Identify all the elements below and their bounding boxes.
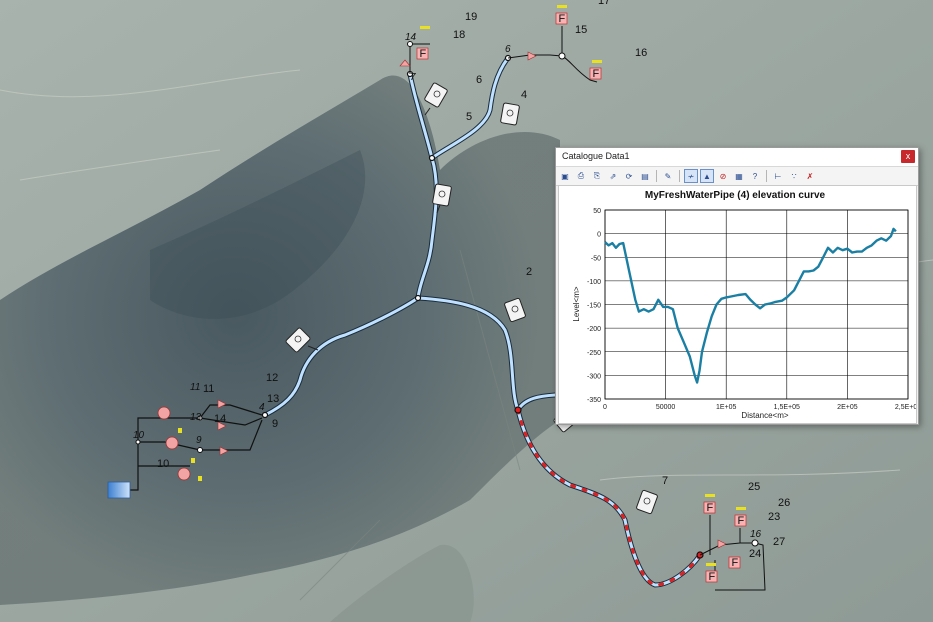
pump-icon bbox=[157, 406, 171, 420]
chart-title: MyFreshWaterPipe (4) elevation curve bbox=[645, 190, 826, 201]
x-tick-label: 2E+05 bbox=[837, 404, 858, 411]
svg-text:14: 14 bbox=[405, 32, 417, 43]
x-tick-label: 1E+05 bbox=[716, 404, 737, 411]
pump-icon bbox=[165, 436, 179, 450]
svg-text:16: 16 bbox=[750, 529, 762, 540]
water-source bbox=[107, 481, 131, 499]
y-tick-label: 50 bbox=[593, 208, 601, 215]
save-icon[interactable]: ▣ bbox=[558, 169, 572, 183]
svg-text:13: 13 bbox=[190, 412, 202, 423]
y-tick-label: -350 bbox=[587, 397, 601, 404]
elevation-chart-svg: MyFreshWaterPipe (4) elevation curve Lev… bbox=[572, 190, 916, 420]
y-tick-label: -300 bbox=[587, 373, 601, 380]
x-tick-label: 50000 bbox=[656, 404, 676, 411]
label-11: 11 bbox=[203, 383, 214, 395]
print-preview-icon[interactable]: ⎘ bbox=[590, 169, 604, 183]
no-entry-icon[interactable]: ⊘ bbox=[716, 169, 730, 183]
label-25: 25 bbox=[748, 481, 760, 493]
chart-icon[interactable]: ≁ bbox=[684, 169, 698, 183]
window-titlebar[interactable]: Catalogue Data1 x bbox=[556, 148, 918, 167]
pump-icon bbox=[177, 467, 191, 481]
svg-text:F: F bbox=[593, 68, 600, 80]
label-9: 9 bbox=[272, 418, 278, 430]
label-10: 10 bbox=[157, 458, 169, 470]
grid-icon[interactable]: ▦ bbox=[732, 169, 746, 183]
edit-icon[interactable]: ✎ bbox=[661, 169, 675, 183]
svg-text:F: F bbox=[420, 48, 427, 60]
x-tick-label: 0 bbox=[603, 404, 607, 411]
toolbar-separator bbox=[766, 170, 767, 182]
y-tick-label: -150 bbox=[587, 303, 601, 310]
label-23: 23 bbox=[768, 511, 780, 523]
svg-text:4: 4 bbox=[259, 402, 265, 413]
export-icon[interactable]: ⇗ bbox=[606, 169, 620, 183]
x-tick-label: 2,5E+05 bbox=[895, 404, 916, 411]
chart-toolbar: ▣ ⎙ ⎘ ⇗ ⟳ ▤ ✎ ≁ ▲ ⊘ ▦ ? ⊢ ∵ ✗ bbox=[556, 167, 918, 186]
label-18: 18 bbox=[453, 29, 465, 41]
y-tick-label: -100 bbox=[587, 279, 601, 286]
svg-text:6: 6 bbox=[505, 44, 511, 55]
svg-text:7: 7 bbox=[410, 72, 416, 83]
svg-text:10: 10 bbox=[133, 430, 145, 441]
help-icon[interactable]: ? bbox=[748, 169, 762, 183]
toolbar-separator bbox=[679, 170, 680, 182]
image-icon[interactable]: ▤ bbox=[638, 169, 652, 183]
svg-text:F: F bbox=[709, 571, 716, 583]
label-2: 2 bbox=[526, 266, 532, 278]
catalogue-data-window[interactable]: Catalogue Data1 x ▣ ⎙ ⎘ ⇗ ⟳ ▤ ✎ ≁ ▲ ⊘ ▦ … bbox=[555, 147, 919, 425]
label-27: 27 bbox=[773, 536, 785, 548]
svg-text:9: 9 bbox=[196, 435, 202, 446]
svg-text:11: 11 bbox=[190, 382, 200, 393]
series-icon[interactable]: ∵ bbox=[787, 169, 801, 183]
label-15: 15 bbox=[575, 24, 587, 36]
delete-icon[interactable]: ✗ bbox=[803, 169, 817, 183]
svg-text:F: F bbox=[732, 557, 739, 569]
label-4: 4 bbox=[521, 89, 527, 101]
chart-alt-icon[interactable]: ▲ bbox=[700, 169, 714, 183]
label-7: 7 bbox=[662, 475, 668, 487]
label-19: 19 bbox=[465, 11, 477, 23]
window-title: Catalogue Data1 bbox=[562, 151, 630, 161]
svg-text:F: F bbox=[738, 515, 745, 527]
refresh-icon[interactable]: ⟳ bbox=[622, 169, 636, 183]
y-tick-label: 0 bbox=[597, 232, 601, 239]
elevation-series-line bbox=[604, 227, 897, 384]
elevation-chart[interactable]: MyFreshWaterPipe (4) elevation curve Lev… bbox=[558, 185, 917, 424]
pipe-badge-2 bbox=[500, 102, 520, 126]
y-tick-label: -50 bbox=[591, 255, 601, 262]
label-17: 17 bbox=[598, 0, 610, 7]
y-axis-label: Level<m> bbox=[572, 286, 581, 321]
x-axis-label: Distance<m> bbox=[741, 411, 788, 420]
label-26: 26 bbox=[778, 497, 790, 509]
x-tick-label: 1,5E+05 bbox=[774, 404, 800, 411]
svg-text:F: F bbox=[707, 502, 714, 514]
label-14: 14 bbox=[214, 413, 226, 425]
y-tick-label: -200 bbox=[587, 326, 601, 333]
toolbar-separator bbox=[656, 170, 657, 182]
print-icon[interactable]: ⎙ bbox=[574, 169, 588, 183]
svg-text:F: F bbox=[559, 13, 566, 25]
label-12: 12 bbox=[266, 372, 278, 384]
close-button[interactable]: x bbox=[901, 150, 915, 163]
label-13: 13 bbox=[267, 393, 279, 405]
axis-icon[interactable]: ⊢ bbox=[771, 169, 785, 183]
label-6: 6 bbox=[476, 74, 482, 86]
y-tick-label: -250 bbox=[587, 350, 601, 357]
label-5: 5 bbox=[466, 111, 472, 123]
label-16: 16 bbox=[635, 47, 647, 59]
label-24: 24 bbox=[749, 548, 761, 560]
